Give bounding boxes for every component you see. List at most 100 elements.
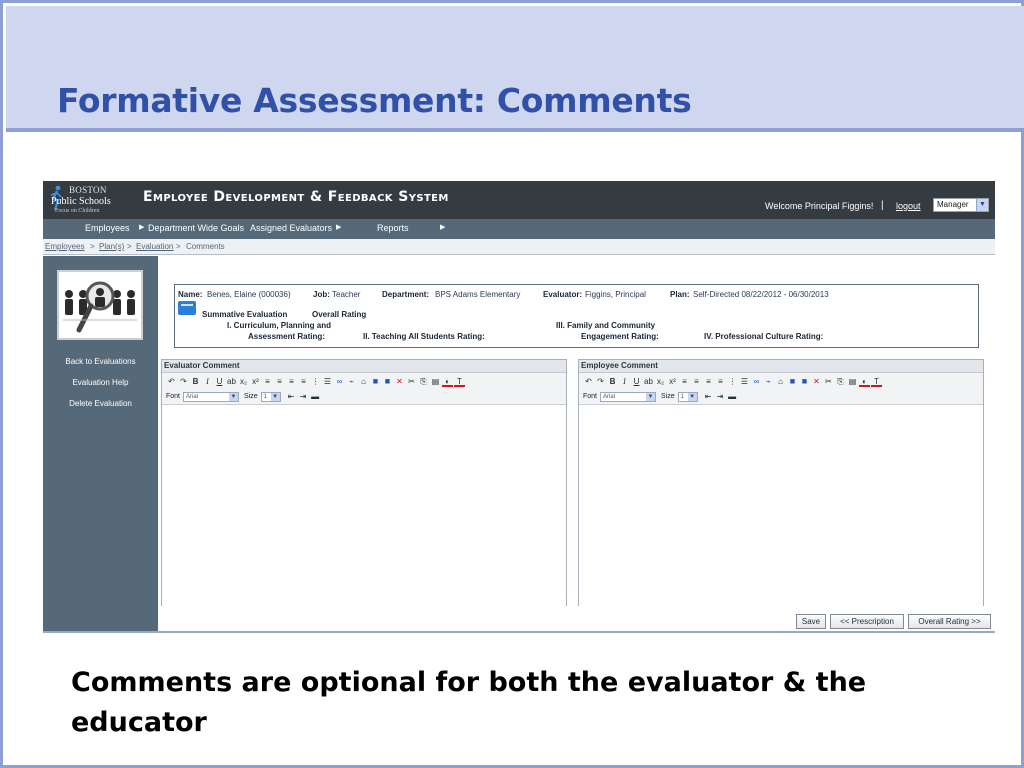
font-select[interactable]: Arial ▼ xyxy=(183,391,240,402)
cut-icon[interactable]: ✂ xyxy=(823,376,834,387)
editor-toolbar: ↶ ↷ B I U ab x₂ x² ≡ ≡ ≡ ≡ ⋮ ☰ ∞ ⌁ ⌂ ■ ■… xyxy=(162,373,566,405)
align-left-icon[interactable]: ≡ xyxy=(679,376,690,387)
menu-arrow-icon: ▶ xyxy=(336,224,342,231)
editor-toolbar: ↶ ↷ B I U ab x₂ x² ≡ ≡ ≡ ≡ ⋮ ☰ ∞ ⌁ ⌂ ■ ■… xyxy=(579,373,983,405)
bullet-list-icon[interactable]: ☰ xyxy=(739,376,750,387)
name-label: Name: xyxy=(178,290,203,299)
font-label: Font xyxy=(166,393,181,400)
employee-comment-title: Employee Comment xyxy=(579,360,983,373)
left-nav: Back to Evaluations Evaluation Help Dele… xyxy=(43,256,158,631)
logout-link[interactable]: logout xyxy=(896,201,921,211)
outdent-icon[interactable]: ⇤ xyxy=(286,391,297,402)
evaluator-comment-textarea[interactable] xyxy=(162,406,566,606)
align-left-icon[interactable]: ≡ xyxy=(262,376,273,387)
undo-icon[interactable]: ↶ xyxy=(583,376,594,387)
italic-icon[interactable]: I xyxy=(202,376,213,387)
size-label: Size xyxy=(244,393,258,400)
close-icon[interactable]: ✕ xyxy=(811,376,822,387)
font-color-icon[interactable]: T xyxy=(871,376,882,387)
superscript-icon[interactable]: x² xyxy=(667,376,678,387)
prescription-button[interactable]: << Prescription xyxy=(830,614,904,629)
italic-icon[interactable]: I xyxy=(619,376,630,387)
screenshot-bottom-rule xyxy=(43,631,995,633)
breadcrumb: Employees > Plan(s) > Evaluation > Comme… xyxy=(43,239,995,255)
table-icon[interactable]: ■ xyxy=(370,376,381,387)
image-icon[interactable]: ⌂ xyxy=(775,376,786,387)
job-value: Teacher xyxy=(332,290,361,299)
employee-comment-textarea[interactable] xyxy=(579,406,983,606)
breadcrumb-plans[interactable]: Plan(s) xyxy=(99,242,124,251)
overall-rating-button[interactable]: Overall Rating >> xyxy=(908,614,991,629)
evaluation-help-link[interactable]: Evaluation Help xyxy=(43,378,158,387)
align-right-icon[interactable]: ≡ xyxy=(286,376,297,387)
image-icon[interactable]: ⌂ xyxy=(358,376,369,387)
menu-department-goals[interactable]: Department Wide Goals xyxy=(148,223,244,233)
indent-icon[interactable]: ⇥ xyxy=(298,391,309,402)
justify-icon[interactable]: ≡ xyxy=(715,376,726,387)
horizontal-rule-icon[interactable]: ▬ xyxy=(310,391,321,402)
menu-arrow-icon: ▶ xyxy=(139,224,145,231)
redo-icon[interactable]: ↷ xyxy=(178,376,189,387)
font-select[interactable]: Arial ▼ xyxy=(600,391,657,402)
superscript-icon[interactable]: x² xyxy=(250,376,261,387)
bullet-list-icon[interactable]: ☰ xyxy=(322,376,333,387)
font-color-icon[interactable]: T xyxy=(454,376,465,387)
job-label: Job: xyxy=(313,290,330,299)
align-center-icon[interactable]: ≡ xyxy=(274,376,285,387)
back-to-evaluations-link[interactable]: Back to Evaluations xyxy=(43,357,158,366)
app-header: BOSTON Public Schools Focus on Children … xyxy=(43,181,995,219)
paste-icon[interactable]: ▤ xyxy=(847,376,858,387)
logo-line-1: BOSTON xyxy=(69,185,107,195)
table-icon[interactable]: ■ xyxy=(787,376,798,387)
ordered-list-icon[interactable]: ⋮ xyxy=(310,376,321,387)
close-icon[interactable]: ✕ xyxy=(394,376,405,387)
insert-icon[interactable]: ■ xyxy=(382,376,393,387)
save-button[interactable]: Save xyxy=(796,614,826,629)
strikethrough-icon[interactable]: ab xyxy=(226,376,237,387)
unlink-icon[interactable]: ⌁ xyxy=(763,376,774,387)
align-right-icon[interactable]: ≡ xyxy=(703,376,714,387)
breadcrumb-sep: > xyxy=(90,242,95,251)
align-center-icon[interactable]: ≡ xyxy=(691,376,702,387)
horizontal-rule-icon[interactable]: ▬ xyxy=(727,391,738,402)
insert-icon[interactable]: ■ xyxy=(799,376,810,387)
link-icon[interactable]: ∞ xyxy=(334,376,345,387)
underline-icon[interactable]: U xyxy=(214,376,225,387)
menu-assigned-evaluators[interactable]: Assigned Evaluators xyxy=(250,223,332,233)
justify-icon[interactable]: ≡ xyxy=(298,376,309,387)
undo-icon[interactable]: ↶ xyxy=(166,376,177,387)
delete-evaluation-link[interactable]: Delete Evaluation xyxy=(43,399,158,408)
subscript-icon[interactable]: x₂ xyxy=(655,376,666,387)
menu-reports[interactable]: Reports xyxy=(377,223,409,233)
rating-3a: III. Family and Community xyxy=(556,321,656,330)
ordered-list-icon[interactable]: ⋮ xyxy=(727,376,738,387)
link-icon[interactable]: ∞ xyxy=(751,376,762,387)
cut-icon[interactable]: ✂ xyxy=(406,376,417,387)
chevron-down-icon: ▼ xyxy=(229,392,239,401)
paste-icon[interactable]: ▤ xyxy=(430,376,441,387)
department-label: Department: xyxy=(382,290,430,299)
underline-icon[interactable]: U xyxy=(631,376,642,387)
highlight-color-icon[interactable]: ◐ xyxy=(442,376,453,387)
breadcrumb-current: Comments xyxy=(186,242,225,251)
subscript-icon[interactable]: x₂ xyxy=(238,376,249,387)
outdent-icon[interactable]: ⇤ xyxy=(703,391,714,402)
breadcrumb-evaluation[interactable]: Evaluation xyxy=(136,242,173,251)
font-value: Arial xyxy=(603,393,616,400)
evaluation-avatar xyxy=(57,270,143,340)
copy-icon[interactable]: ⎘ xyxy=(418,376,429,387)
breadcrumb-employees[interactable]: Employees xyxy=(45,242,85,251)
size-select[interactable]: 1 ▼ xyxy=(677,391,698,402)
menu-employees[interactable]: Employees xyxy=(85,223,130,233)
bold-icon[interactable]: B xyxy=(607,376,618,387)
redo-icon[interactable]: ↷ xyxy=(595,376,606,387)
indent-icon[interactable]: ⇥ xyxy=(715,391,726,402)
copy-icon[interactable]: ⎘ xyxy=(835,376,846,387)
bold-icon[interactable]: B xyxy=(190,376,201,387)
role-select[interactable]: Manager ▼ xyxy=(933,198,989,212)
size-select[interactable]: 1 ▼ xyxy=(260,391,281,402)
strikethrough-icon[interactable]: ab xyxy=(643,376,654,387)
bps-logo: BOSTON Public Schools Focus on Children xyxy=(47,183,135,217)
unlink-icon[interactable]: ⌁ xyxy=(346,376,357,387)
highlight-color-icon[interactable]: ◐ xyxy=(859,376,870,387)
